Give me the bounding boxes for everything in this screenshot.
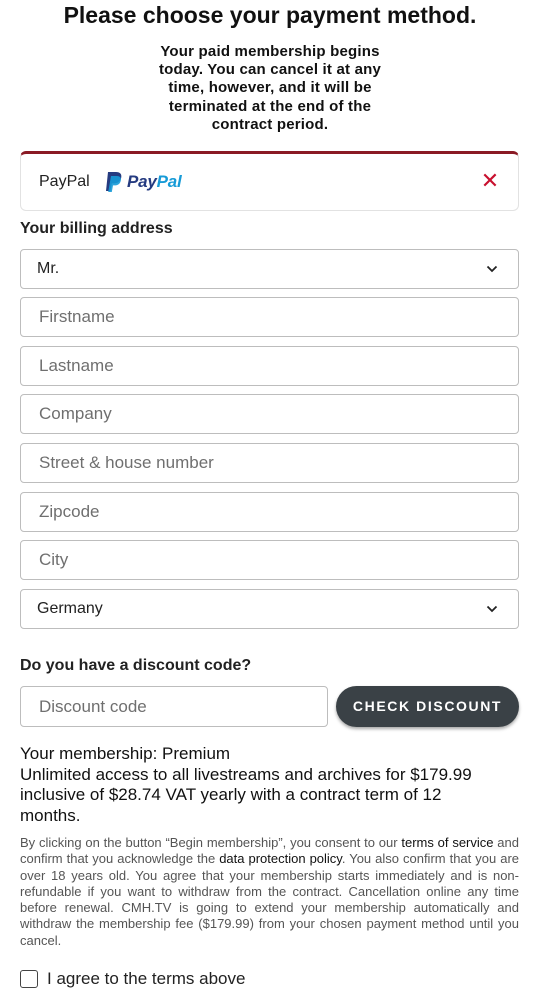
discount-heading: Do you have a discount code? — [20, 657, 252, 674]
payment-method-label: PayPal — [39, 173, 90, 190]
paypal-logo-pal: Pal — [156, 172, 182, 191]
discount-input[interactable] — [21, 687, 327, 726]
membership-intro: Your paid membership begins today. You c… — [158, 43, 382, 133]
street-input[interactable] — [21, 444, 518, 482]
paypal-icon — [106, 172, 122, 192]
membership-plan: Your membership: Premium — [20, 744, 231, 763]
city-input[interactable] — [21, 541, 518, 579]
agree-terms-label[interactable]: I agree to the terms above — [47, 969, 245, 989]
data-protection-policy-link[interactable]: data protection policy — [219, 851, 342, 866]
legal-notice: By clicking on the button “Begin members… — [20, 835, 519, 949]
agree-terms-row[interactable]: I agree to the terms above — [20, 969, 245, 989]
country-select[interactable]: Germany — [20, 589, 519, 629]
paypal-logo: PayPal — [103, 171, 182, 193]
salutation-select[interactable]: Mr. — [20, 249, 519, 289]
firstname-field[interactable] — [20, 297, 519, 337]
lastname-input[interactable] — [21, 347, 518, 385]
close-icon[interactable]: ✕ — [480, 169, 500, 193]
membership-description: Unlimited access to all livestreams and … — [20, 764, 472, 825]
membership-summary: Your membership: Premium Unlimited acces… — [20, 744, 500, 826]
street-field[interactable] — [20, 443, 519, 483]
chevron-down-icon — [486, 605, 498, 613]
zipcode-field[interactable] — [20, 492, 519, 532]
page-title: Please choose your payment method. — [63, 2, 477, 28]
paypal-logo-pay: Pay — [127, 172, 157, 191]
billing-address-heading: Your billing address — [20, 220, 173, 237]
salutation-value: Mr. — [37, 260, 60, 277]
city-field[interactable] — [20, 540, 519, 580]
agree-terms-checkbox[interactable] — [20, 970, 38, 988]
lastname-field[interactable] — [20, 346, 519, 386]
firstname-input[interactable] — [21, 298, 518, 336]
country-value: Germany — [37, 600, 103, 617]
company-field[interactable] — [20, 394, 519, 434]
terms-of-service-link[interactable]: terms of service — [401, 835, 493, 850]
company-input[interactable] — [21, 395, 518, 433]
payment-method-card[interactable]: PayPal PayPal ✕ — [20, 151, 519, 211]
discount-field[interactable] — [20, 686, 328, 727]
legal-text-1: By clicking on the button “Begin members… — [20, 835, 402, 850]
check-discount-button[interactable]: CHECK DISCOUNT — [336, 686, 519, 727]
zipcode-input[interactable] — [21, 493, 518, 531]
chevron-down-icon — [486, 265, 498, 273]
